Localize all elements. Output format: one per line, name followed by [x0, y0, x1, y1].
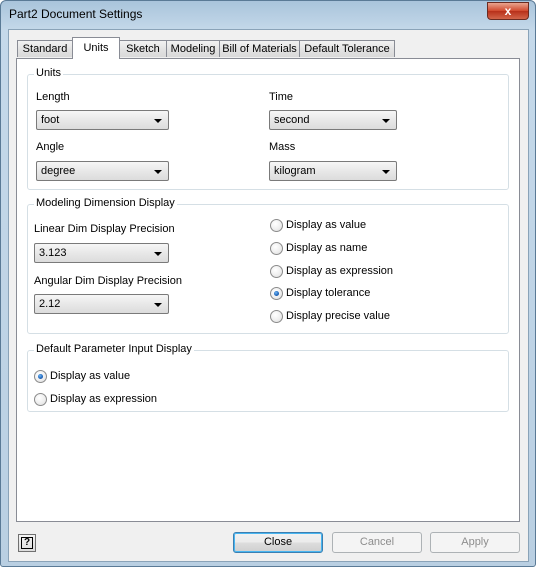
modeling-display-group-label: Modeling Dimension Display [34, 197, 177, 209]
tab-standard[interactable]: Standard [17, 40, 73, 57]
radio-label: Display as expression [50, 393, 157, 405]
apply-button[interactable]: Apply [430, 532, 520, 553]
chevron-down-icon [154, 170, 162, 174]
linear-precision-label: Linear Dim Display Precision [34, 223, 175, 235]
angle-value: degree [41, 165, 76, 177]
angle-label: Angle [36, 141, 65, 153]
radio-label: Display as value [286, 219, 367, 231]
chevron-down-icon [154, 119, 162, 123]
mass-label: Mass [269, 141, 296, 153]
time-label: Time [269, 91, 294, 103]
cancel-button[interactable]: Cancel [332, 532, 422, 553]
radio-button[interactable] [34, 370, 47, 383]
radio-button[interactable] [270, 242, 283, 255]
close-icon: x [504, 4, 512, 18]
radio-button[interactable] [34, 393, 47, 406]
dialog-client: Standard Units Sketch Modeling Bill of M… [8, 29, 529, 562]
radio-label: Display as name [286, 242, 368, 254]
radio-button[interactable] [270, 287, 283, 300]
tab-sketch[interactable]: Sketch [119, 40, 167, 57]
window-close-button[interactable]: x [487, 2, 529, 20]
tab-units[interactable]: Units [72, 37, 120, 59]
length-value: foot [41, 114, 60, 126]
angular-precision-label: Angular Dim Display Precision [34, 275, 182, 287]
radio-label: Display as expression [286, 265, 393, 277]
radio-label: Display as value [50, 370, 131, 382]
mass-dropdown[interactable]: kilogram [269, 161, 397, 181]
linear-precision-value: 3.123 [39, 247, 67, 259]
angular-precision-value: 2.12 [39, 298, 61, 310]
time-dropdown[interactable]: second [269, 110, 397, 130]
units-tab-page: Units Length foot Time second Angle degr… [16, 58, 520, 522]
length-dropdown[interactable]: foot [36, 110, 169, 130]
tab-default-tolerance[interactable]: Default Tolerance [299, 40, 395, 57]
radio-button[interactable] [270, 265, 283, 278]
angle-dropdown[interactable]: degree [36, 161, 169, 181]
modeling-dimension-display-group: Modeling Dimension Display Linear Dim Di… [27, 197, 509, 334]
chevron-down-icon [382, 119, 390, 123]
close-button[interactable]: Close [233, 532, 323, 553]
units-group: Units Length foot Time second Angle degr… [27, 67, 509, 190]
dialog-window: Part2 Document Settings x Standard Units… [0, 0, 536, 567]
length-label: Length [36, 91, 70, 103]
help-icon: ? [21, 537, 33, 549]
chevron-down-icon [154, 252, 162, 256]
mass-value: kilogram [274, 165, 316, 177]
radio-label: Display tolerance [286, 287, 371, 299]
time-value: second [274, 114, 310, 126]
title-bar[interactable]: Part2 Document Settings x [1, 1, 535, 29]
chevron-down-icon [382, 170, 390, 174]
tab-modeling[interactable]: Modeling [166, 40, 220, 57]
parameter-input-group-label: Default Parameter Input Display [34, 343, 194, 355]
linear-precision-dropdown[interactable]: 3.123 [34, 243, 169, 263]
units-group-label: Units [34, 67, 64, 79]
radio-selected-dot [38, 374, 43, 379]
radio-label: Display precise value [286, 310, 390, 322]
tab-bill-of-materials[interactable]: Bill of Materials [219, 40, 300, 57]
radio-button[interactable] [270, 310, 283, 323]
radio-button[interactable] [270, 219, 283, 232]
parameter-input-display-group: Default Parameter Input Display Display … [27, 343, 509, 412]
angular-precision-dropdown[interactable]: 2.12 [34, 294, 169, 314]
window-title: Part2 Document Settings [9, 7, 143, 21]
radio-selected-dot [274, 291, 279, 296]
help-button[interactable]: ? [18, 534, 36, 552]
chevron-down-icon [154, 303, 162, 307]
